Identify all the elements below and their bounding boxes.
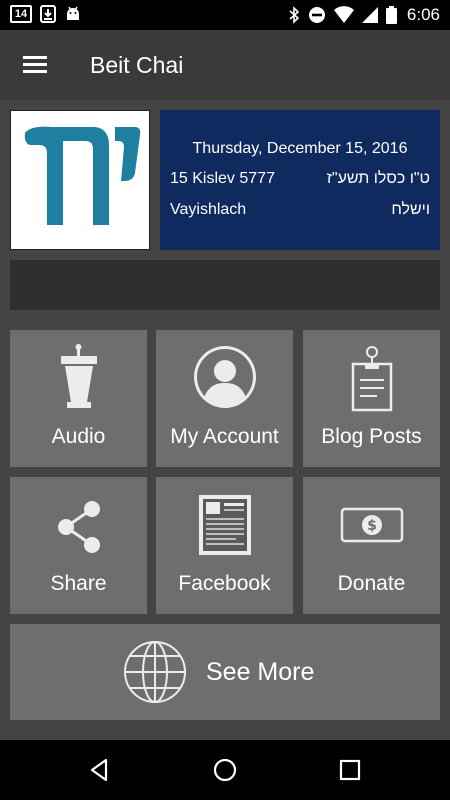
parsha-row: Vayishlach וישלח bbox=[170, 201, 430, 219]
svg-text:$: $ bbox=[367, 518, 377, 534]
podium-icon bbox=[60, 344, 97, 408]
app-bar: Beit Chai bbox=[0, 30, 450, 100]
tile-label: Facebook bbox=[178, 572, 271, 595]
menu-button[interactable] bbox=[18, 50, 52, 80]
person-icon bbox=[193, 346, 256, 408]
my-account-tile[interactable]: My Account bbox=[156, 330, 293, 467]
hebrew-date-row: 15 Kislev 5777 ט"ו כסלו תשע"ז bbox=[170, 170, 430, 188]
calendar-icon: 14 bbox=[10, 5, 32, 23]
hebrew-date-english: 15 Kislev 5777 bbox=[170, 170, 275, 187]
globe-icon bbox=[124, 641, 186, 703]
bluetooth-icon bbox=[289, 6, 300, 24]
date-panel: Thursday, December 15, 2016 15 Kislev 57… bbox=[160, 110, 440, 250]
see-more-label: See More bbox=[206, 658, 315, 686]
status-time: 6:06 bbox=[406, 5, 440, 24]
home-icon[interactable] bbox=[210, 755, 240, 785]
tile-label: Donate bbox=[337, 572, 406, 595]
newspaper-icon bbox=[198, 495, 251, 555]
download-icon bbox=[40, 5, 56, 23]
wifi-icon bbox=[333, 6, 354, 23]
back-icon[interactable] bbox=[84, 755, 114, 785]
tile-label: My Account bbox=[170, 425, 279, 448]
parsha-hebrew: וישלח bbox=[391, 201, 430, 218]
status-system-icons: 6:06 bbox=[288, 5, 440, 25]
navigation-bar bbox=[0, 740, 450, 800]
parsha-english: Vayishlach bbox=[170, 201, 247, 218]
tile-label: Blog Posts bbox=[321, 425, 422, 448]
hebrew-date-hebrew: ט"ו כסלו תשע"ז bbox=[326, 170, 430, 187]
do-not-disturb-icon bbox=[308, 7, 325, 23]
main-content: Thursday, December 15, 2016 15 Kislev 57… bbox=[0, 100, 450, 740]
share-icon bbox=[57, 501, 100, 553]
audio-tile[interactable]: Audio bbox=[10, 330, 147, 467]
battery-icon bbox=[385, 6, 397, 24]
tile-label: Audio bbox=[51, 425, 106, 448]
dollar-bill-icon: $ bbox=[340, 507, 403, 543]
share-tile[interactable]: Share bbox=[10, 477, 147, 614]
status-bar: 14 6:06 bbox=[0, 0, 450, 30]
hamburger-menu-icon bbox=[23, 56, 47, 59]
chai-hebrew-logo bbox=[24, 126, 141, 225]
blog-posts-tile[interactable]: Blog Posts bbox=[303, 330, 440, 467]
facebook-tile[interactable]: Facebook bbox=[156, 477, 293, 614]
gregorian-date: Thursday, December 15, 2016 bbox=[192, 140, 408, 157]
see-more-button[interactable]: See More bbox=[10, 624, 440, 720]
banner-area bbox=[10, 260, 440, 310]
tile-label: Share bbox=[50, 572, 107, 595]
app-title: Beit Chai bbox=[90, 52, 184, 78]
recents-icon[interactable] bbox=[335, 755, 365, 785]
signal-icon bbox=[361, 7, 378, 23]
status-notifications: 14 bbox=[10, 5, 82, 23]
clipboard-icon bbox=[351, 346, 392, 412]
chai-logo bbox=[10, 110, 150, 250]
donate-tile[interactable]: $ Donate bbox=[303, 477, 440, 614]
android-icon bbox=[67, 6, 79, 20]
